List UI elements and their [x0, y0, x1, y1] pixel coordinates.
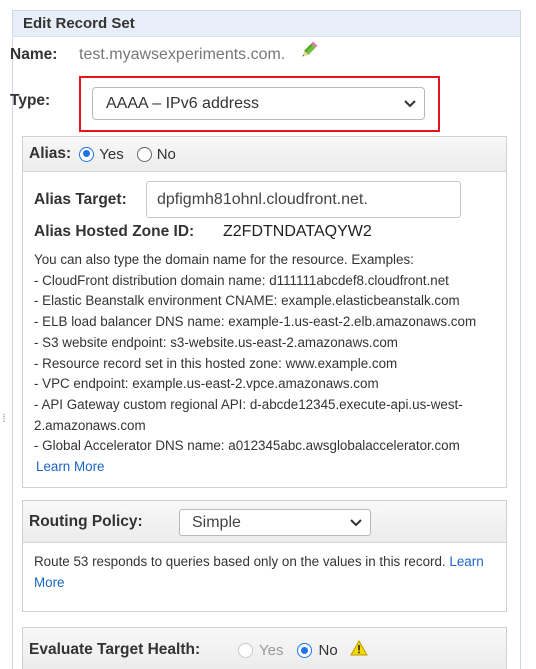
name-label: Name:: [10, 46, 58, 63]
routing-policy-section: Routing Policy: Simple Route 53 responds…: [22, 500, 507, 612]
alias-label: Alias:: [29, 145, 72, 162]
evaluate-target-health-section: Evaluate Target Health: Yes No: [22, 627, 507, 669]
splitter-handle[interactable]: ⁞: [0, 412, 8, 426]
routing-description: Route 53 responds to queries based only …: [34, 551, 504, 593]
help-intro: You can also type the domain name for th…: [34, 252, 414, 267]
chevron-down-icon: [404, 88, 416, 119]
example-item: - ELB load balancer DNS name: example-1.…: [34, 314, 477, 330]
alias-target-input[interactable]: dpfigmh81ohnl.cloudfront.net.: [146, 181, 461, 218]
alias-no-label: No: [156, 145, 176, 163]
chevron-down-icon: [350, 510, 362, 535]
evaluate-options: Yes No: [238, 639, 368, 661]
evaluate-yes-label: Yes: [259, 642, 284, 659]
alias-section: Alias: Yes No Alias Target: dpfigmh81ohn…: [22, 136, 507, 488]
routing-select-value: Simple: [192, 514, 241, 531]
example-item: - Elastic Beanstalk environment CNAME: e…: [34, 293, 460, 309]
hosted-zone-value: Z2FDTNDATAQYW2: [223, 223, 372, 240]
pencil-icon[interactable]: [299, 40, 319, 60]
alias-yes-option[interactable]: Yes: [79, 145, 124, 163]
alias-yes-radio[interactable]: [79, 146, 95, 162]
routing-policy-select[interactable]: Simple: [179, 509, 371, 536]
example-item: - CloudFront distribution domain name: d…: [34, 272, 449, 288]
evaluate-no-label: No: [318, 642, 338, 659]
alias-target-label: Alias Target:: [34, 191, 127, 208]
alias-learn-more-link[interactable]: Learn More: [34, 457, 504, 478]
warning-icon[interactable]: [349, 639, 368, 661]
alias-header: Alias: Yes No: [23, 137, 506, 172]
example-item: - S3 website endpoint: s3-website.us-eas…: [34, 334, 398, 350]
type-select[interactable]: AAAA – IPv6 address: [92, 87, 425, 120]
routing-policy-label: Routing Policy:: [29, 513, 143, 530]
type-select-value: AAAA – IPv6 address: [106, 95, 259, 112]
alias-no-radio[interactable]: [136, 146, 152, 162]
alias-help-text: You can also type the domain name for th…: [34, 250, 504, 478]
type-label: Type:: [10, 92, 51, 109]
example-item: - VPC endpoint: example.us-east-2.vpce.a…: [34, 376, 379, 392]
record-name-value: test.myawsexperiments.com.: [79, 46, 286, 63]
panel-title: Edit Record Set: [13, 11, 520, 37]
example-item: - Global Accelerator DNS name: a012345ab…: [34, 438, 460, 454]
example-item: - Resource record set in this hosted zon…: [34, 355, 398, 371]
evaluate-target-health-label: Evaluate Target Health:: [29, 641, 201, 658]
hosted-zone-label: Alias Hosted Zone ID:: [34, 223, 195, 240]
routing-description-text: Route 53 responds to queries based only …: [34, 554, 446, 569]
alias-yes-label: Yes: [99, 145, 124, 163]
alias-no-option[interactable]: No: [136, 145, 176, 163]
example-item: - API Gateway custom regional API: d-abc…: [34, 396, 463, 433]
evaluate-yes-radio[interactable]: [238, 643, 253, 658]
evaluate-no-radio[interactable]: [297, 643, 313, 658]
